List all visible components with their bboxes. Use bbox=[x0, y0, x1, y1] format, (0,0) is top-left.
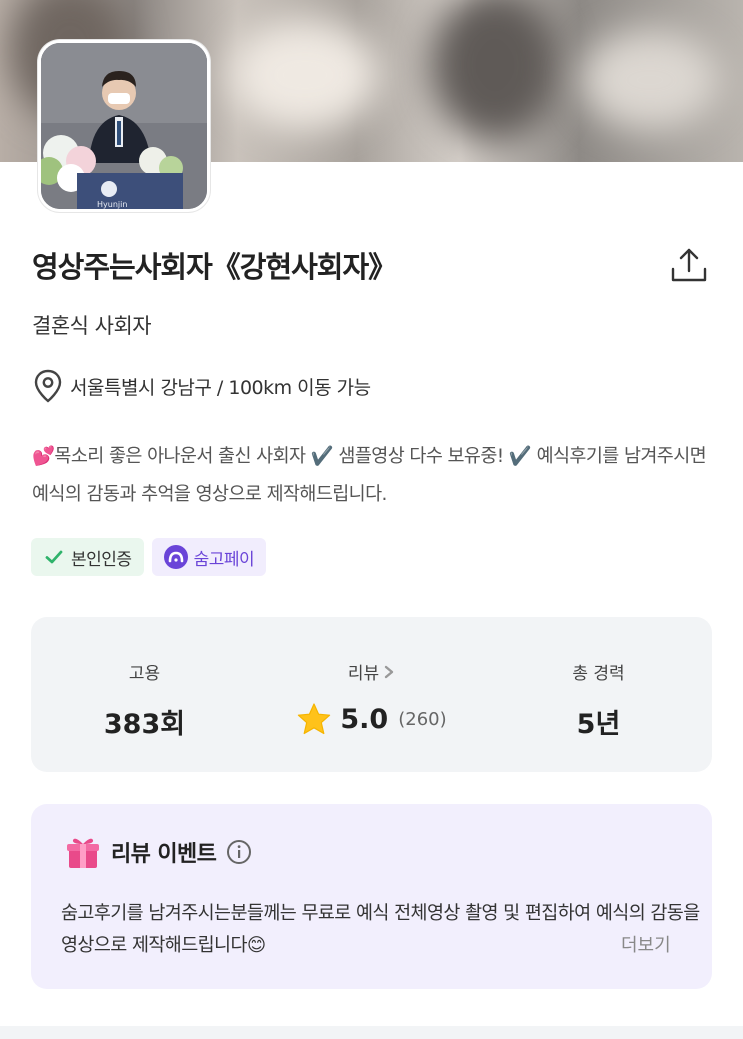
review-score: 5.0 bbox=[340, 703, 389, 735]
avatar-caption: Hyunjin bbox=[97, 200, 127, 209]
review-count: (260) bbox=[398, 708, 447, 730]
share-button[interactable] bbox=[668, 244, 710, 286]
stat-review[interactable]: 리뷰 5.0 (260) bbox=[258, 617, 485, 772]
stat-review-value: 5.0 (260) bbox=[296, 702, 447, 736]
profile-intro: 💕목소리 좋은 아나운서 출신 사회자 ✔️ 샘플영상 다수 보유중! ✔️ 예… bbox=[32, 446, 707, 505]
badge-row: 본인인증 숨고페이 bbox=[31, 538, 267, 576]
stat-review-link[interactable]: 리뷰 bbox=[348, 659, 395, 684]
check-icon bbox=[45, 550, 63, 564]
review-event-title: 리뷰 이벤트 bbox=[111, 842, 217, 867]
verified-badge-label: 본인인증 bbox=[71, 549, 132, 570]
stat-career-value: 5년 bbox=[576, 709, 621, 740]
stat-hire-label: 고용 bbox=[128, 664, 161, 684]
share-icon bbox=[671, 248, 707, 282]
section-divider bbox=[0, 1026, 743, 1039]
stat-review-label: 리뷰 bbox=[347, 664, 380, 684]
review-event-more-link[interactable]: 더보기 bbox=[621, 931, 671, 957]
chevron-right-icon bbox=[384, 665, 394, 678]
stat-hire-value: 383회 bbox=[103, 709, 186, 740]
verified-badge: 본인인증 bbox=[31, 538, 144, 576]
avatar-photo: Hyunjin bbox=[41, 43, 207, 209]
star-icon bbox=[298, 703, 331, 735]
info-icon[interactable] bbox=[226, 839, 252, 865]
stats-card: 고용 383회 리뷰 5.0 (260) 총 경력 5년 bbox=[31, 617, 712, 772]
stat-career-label: 총 경력 bbox=[572, 664, 625, 684]
profile-category: 결혼식 사회자 bbox=[32, 314, 152, 338]
location-text: 서울특별시 강남구 / 100km 이동 가능 bbox=[70, 376, 371, 399]
gift-icon bbox=[67, 838, 99, 868]
pay-badge: 숨고페이 bbox=[151, 538, 267, 576]
review-event-header: 리뷰 이벤트 bbox=[65, 834, 252, 870]
pay-logo-icon bbox=[163, 545, 188, 569]
pay-badge-label: 숨고페이 bbox=[193, 549, 255, 570]
profile-location: 서울특별시 강남구 / 100km 이동 가능 bbox=[34, 369, 371, 403]
profile-avatar: Hyunjin bbox=[38, 40, 210, 212]
stat-hire: 고용 383회 bbox=[31, 617, 258, 772]
location-pin-icon bbox=[34, 369, 62, 403]
review-event-card: 리뷰 이벤트 숨고후기를 남겨주시는분들께는 무료로 예식 전체영상 촬영 및 … bbox=[31, 804, 712, 989]
review-event-text: 숨고후기를 남겨주시는분들께는 무료로 예식 전체영상 촬영 및 편집하여 예식… bbox=[61, 903, 700, 956]
stat-career: 총 경력 5년 bbox=[485, 617, 712, 772]
profile-name: 영상주는사회자《강현사회자》 bbox=[32, 250, 397, 284]
